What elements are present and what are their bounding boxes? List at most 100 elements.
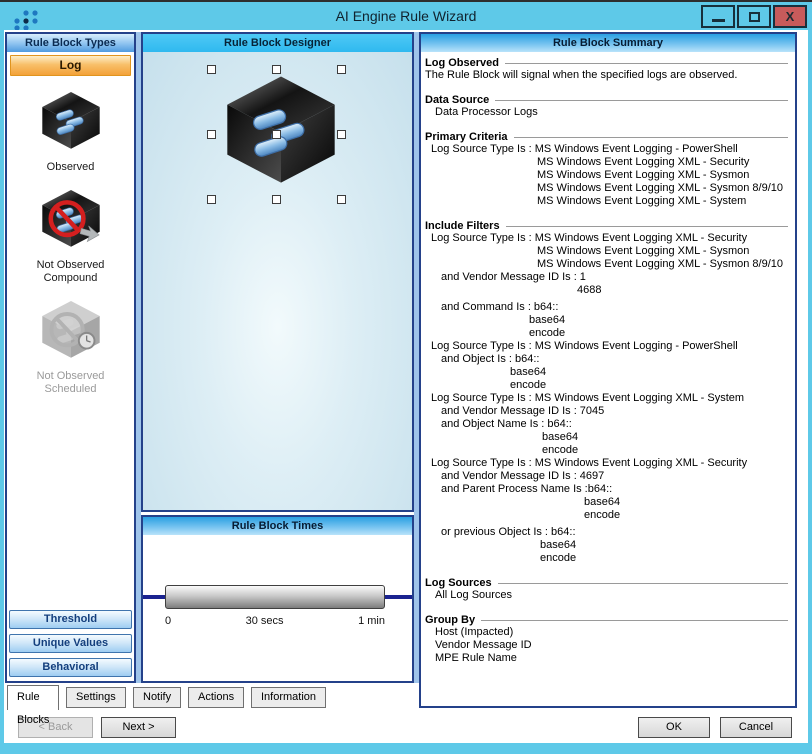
times-canvas: 0 30 secs 1 min [143, 535, 412, 681]
tab-information[interactable]: Information [251, 687, 326, 708]
summary-section-heading: Group By [425, 614, 475, 626]
summary-line: Log Source Type Is : MS Windows Event Lo… [425, 457, 790, 470]
selection-handle[interactable] [207, 130, 216, 139]
summary-line: encode [425, 444, 790, 457]
close-button[interactable]: X [773, 5, 807, 28]
summary-line: and Vendor Message ID Is : 7045 [425, 405, 790, 418]
section-rule [506, 226, 788, 227]
time-tick-label: 30 secs [246, 615, 284, 627]
rule-block-times-panel: Rule Block Times 0 30 secs 1 min [141, 515, 414, 683]
threshold-type-button[interactable]: Threshold [9, 610, 132, 629]
summary-line: MS Windows Event Logging XML - Sysmon [425, 245, 790, 258]
tab-rule-blocks[interactable]: Rule Blocks [7, 685, 59, 710]
rule-block-list: Observed Not Observed Compound Not Obser… [7, 78, 134, 610]
summary-line: and Command Is : b64:: [425, 301, 790, 314]
selection-handle[interactable] [207, 65, 216, 74]
minimize-icon [712, 19, 725, 22]
maximize-icon [749, 12, 760, 22]
rule-block-summary-header: Rule Block Summary [421, 34, 795, 52]
selection-handle[interactable] [337, 130, 346, 139]
summary-line: and Object Is : b64:: [425, 353, 790, 366]
summary-section-group-by: Group ByHost (Impacted)Vendor Message ID… [425, 614, 790, 665]
summary-section-heading: Data Source [425, 94, 489, 106]
client-area: Rule Block Types Log Observed [4, 30, 808, 743]
selection-handle[interactable] [207, 195, 216, 204]
summary-line: Data Processor Logs [425, 106, 790, 119]
selection-handle[interactable] [272, 65, 281, 74]
rule-block-designer-panel: Rule Block Designer [141, 32, 414, 512]
tab-notify[interactable]: Notify [133, 687, 181, 708]
summary-line: MPE Rule Name [425, 652, 790, 665]
designer-canvas[interactable] [143, 52, 412, 510]
summary-line: base64 [425, 539, 790, 552]
summary-line: and Vendor Message ID Is : 4697 [425, 470, 790, 483]
rule-block-item-label: Observed [47, 161, 95, 174]
summary-line: base64 [425, 496, 790, 509]
summary-line: MS Windows Event Logging XML - Sysmon 8/… [425, 258, 790, 271]
summary-line: and Object Name Is : b64:: [425, 418, 790, 431]
summary-line: encode [425, 327, 790, 340]
type-category-buttons: Threshold Unique Values Behavioral [7, 610, 134, 681]
ai-engine-rule-wizard-window: AI Engine Rule Wizard X Rule Block Types… [0, 0, 812, 754]
maximize-button[interactable] [737, 5, 771, 28]
behavioral-type-button[interactable]: Behavioral [9, 658, 132, 677]
rule-block-types-panel: Rule Block Types Log Observed [5, 32, 136, 683]
rule-block-item-not-observed-scheduled: Not Observed Scheduled [37, 299, 105, 396]
summary-line: encode [425, 552, 790, 565]
summary-line: and Vendor Message ID Is : 1 [425, 271, 790, 284]
rule-block-item-observed[interactable]: Observed [38, 90, 104, 174]
rule-block-item-label: Not Observed Scheduled [37, 370, 105, 396]
summary-section-primary-criteria: Primary CriteriaLog Source Type Is : MS … [425, 131, 790, 208]
summary-line: encode [425, 509, 790, 522]
summary-line: base64 [425, 431, 790, 444]
summary-line: base64 [425, 314, 790, 327]
summary-line: The Rule Block will signal when the spec… [425, 69, 790, 82]
window-title: AI Engine Rule Wizard [0, 8, 812, 24]
selection-handle[interactable] [337, 195, 346, 204]
tab-actions[interactable]: Actions [188, 687, 244, 708]
timeline-ticks: 0 30 secs 1 min [165, 615, 385, 627]
not-observed-scheduled-icon [38, 299, 104, 364]
summary-line: and Parent Process Name Is :b64:: [425, 483, 790, 496]
summary-line: Log Source Type Is : MS Windows Event Lo… [425, 232, 790, 245]
time-range-bar[interactable] [165, 585, 385, 609]
rule-block-item-not-observed-compound[interactable]: Not Observed Compound [37, 188, 105, 285]
selection-handle[interactable] [272, 195, 281, 204]
time-tick-label: 1 min [358, 615, 385, 627]
tab-settings[interactable]: Settings [66, 687, 126, 708]
summary-line: MS Windows Event Logging XML - Sysmon 8/… [425, 182, 790, 195]
section-rule [505, 63, 788, 64]
summary-line: MS Windows Event Logging XML - Sysmon [425, 169, 790, 182]
rule-block-summary-body: Log ObservedThe Rule Block will signal w… [421, 52, 795, 665]
cancel-button[interactable]: Cancel [720, 717, 792, 738]
selection-handle[interactable] [272, 130, 281, 139]
rule-block-times-header: Rule Block Times [143, 517, 412, 535]
time-tick-label: 0 [165, 615, 171, 627]
rule-block-types-header: Rule Block Types [7, 34, 134, 52]
summary-line: 4688 [425, 284, 790, 297]
summary-section-log-sources: Log SourcesAll Log Sources [425, 577, 790, 602]
summary-line: Vendor Message ID [425, 639, 790, 652]
selection-handle[interactable] [337, 65, 346, 74]
summary-section-heading: Log Observed [425, 57, 499, 69]
observed-rule-block-cube[interactable] [220, 70, 342, 188]
section-rule [495, 100, 788, 101]
summary-line: or previous Object Is : b64:: [425, 526, 790, 539]
rule-block-designer-header: Rule Block Designer [143, 34, 412, 52]
summary-line: base64 [425, 366, 790, 379]
not-observed-compound-icon [38, 188, 104, 253]
summary-section-heading: Primary Criteria [425, 131, 508, 143]
summary-line: Log Source Type Is : MS Windows Event Lo… [425, 392, 790, 405]
summary-line: MS Windows Event Logging XML - System [425, 195, 790, 208]
summary-section-data-source: Data SourceData Processor Logs [425, 94, 790, 119]
unique-values-type-button[interactable]: Unique Values [9, 634, 132, 653]
log-type-button[interactable]: Log [10, 55, 131, 76]
next-button[interactable]: Next > [101, 717, 176, 738]
close-icon: X [786, 10, 795, 23]
summary-line: MS Windows Event Logging XML - Security [425, 156, 790, 169]
section-rule [481, 620, 788, 621]
title-bar: AI Engine Rule Wizard X [0, 4, 812, 30]
rule-block-item-label: Not Observed Compound [37, 259, 105, 285]
ok-button[interactable]: OK [638, 717, 710, 738]
minimize-button[interactable] [701, 5, 735, 28]
